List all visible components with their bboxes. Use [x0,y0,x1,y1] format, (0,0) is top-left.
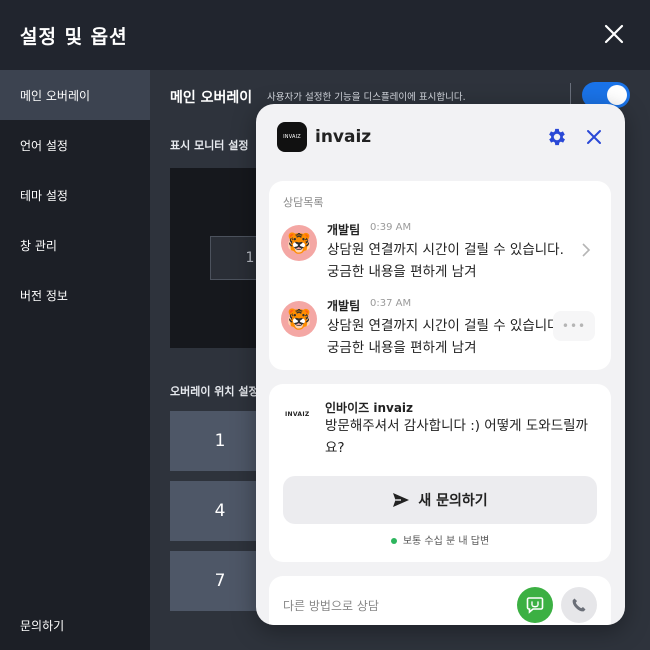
sidebar-item-label: 창 관리 [20,238,57,253]
section-title: 메인 오버레이 [170,90,253,106]
more-options-icon[interactable]: ••• [553,311,595,341]
sidebar-item-contact[interactable]: 문의하기 [0,610,150,640]
other-methods-card: 다른 방법으로 상담 [269,576,611,625]
sender-name: 개발팀 [327,223,361,237]
sidebar: 메인 오버레이 언어 설정 테마 설정 창 관리 버전 정보 문의하기 [0,70,150,650]
intro-message: 방문해주셔서 감사합니다 :) 어떻게 도와드릴까요? [325,418,588,456]
message-preview: 상담원 연결까지 시간이 걸릴 수 있습니다. 궁금한 내용을 편하게 남겨 [327,242,564,280]
send-icon [393,493,410,507]
close-icon[interactable] [585,128,603,146]
new-inquiry-button[interactable]: 새 문의하기 [283,476,597,524]
message-preview: 상담원 연결까지 시간이 걸릴 수 있습니다. 궁금한 내용을 편하게 남겨 [327,318,564,356]
phone-icon [572,598,586,612]
avatar: 🐯 [281,225,317,261]
monitor-setting-label: 표시 모니터 설정 [170,139,249,152]
brand-name: invaiz [315,127,372,147]
other-methods-label: 다른 방법으로 상담 [283,599,379,613]
sidebar-item-main-overlay[interactable]: 메인 오버레이 [0,70,150,120]
position-4-button[interactable]: 4 [170,481,270,541]
chat-channel-button[interactable] [517,587,553,623]
new-inquiry-label: 새 문의하기 [418,493,488,509]
position-setting-label: 오버레이 위치 설정 [170,385,259,398]
section-description: 사용자가 설정한 기능을 디스플레이에 표시합니다. [267,92,466,103]
chat-widget: INVAIZ invaiz 상담목록 🐯 개발팀 0:39 AM 상담원 연결까… [256,104,625,625]
conversation-item[interactable]: 🐯 개발팀 0:39 AM 상담원 연결까지 시간이 걸릴 수 있습니다. 궁금… [269,219,611,289]
intro-card: INVAIZ 인바이즈 invaiz 방문해주셔서 감사합니다 :) 어떻게 도… [269,384,611,562]
message-time: 0:37 AM [370,298,412,309]
sidebar-item-version[interactable]: 버전 정보 [0,270,150,320]
toggle-knob [607,85,627,105]
sender-name: 개발팀 [327,299,361,313]
gear-icon[interactable] [546,126,568,148]
chat-bubble-icon [526,597,544,614]
intro-logo: INVAIZ [285,411,310,418]
sidebar-item-label: 문의하기 [20,618,65,633]
window-title: 설정 및 옵션 [20,25,128,48]
reply-time-note: 보통 수십 분 내 답변 [269,532,611,547]
sidebar-item-label: 메인 오버레이 [20,88,91,103]
brand-logo: INVAIZ [277,122,307,152]
avatar: 🐯 [281,301,317,337]
call-channel-button[interactable] [561,587,597,623]
window-header: 설정 및 옵션 [0,0,650,70]
status-dot-icon [390,538,397,544]
sidebar-item-window[interactable]: 창 관리 [0,220,150,270]
sidebar-item-label: 언어 설정 [20,138,68,153]
sidebar-item-label: 테마 설정 [20,188,68,203]
sidebar-item-theme[interactable]: 테마 설정 [0,170,150,220]
chevron-right-icon [582,243,591,257]
conversation-list-title: 상담목록 [283,196,324,209]
position-7-button[interactable]: 7 [170,551,270,611]
reply-time-text: 보통 수십 분 내 답변 [402,536,490,547]
conversation-list-card: 상담목록 🐯 개발팀 0:39 AM 상담원 연결까지 시간이 걸릴 수 있습니… [269,181,611,370]
conversation-item[interactable]: 🐯 개발팀 0:37 AM 상담원 연결까지 시간이 걸릴 수 있습니다. 궁금… [269,295,611,365]
message-time: 0:39 AM [370,222,412,233]
intro-name: 인바이즈 invaiz [325,401,414,415]
sidebar-item-language[interactable]: 언어 설정 [0,120,150,170]
sidebar-item-label: 버전 정보 [20,288,68,303]
close-icon[interactable] [602,22,626,46]
position-1-button[interactable]: 1 [170,411,270,471]
